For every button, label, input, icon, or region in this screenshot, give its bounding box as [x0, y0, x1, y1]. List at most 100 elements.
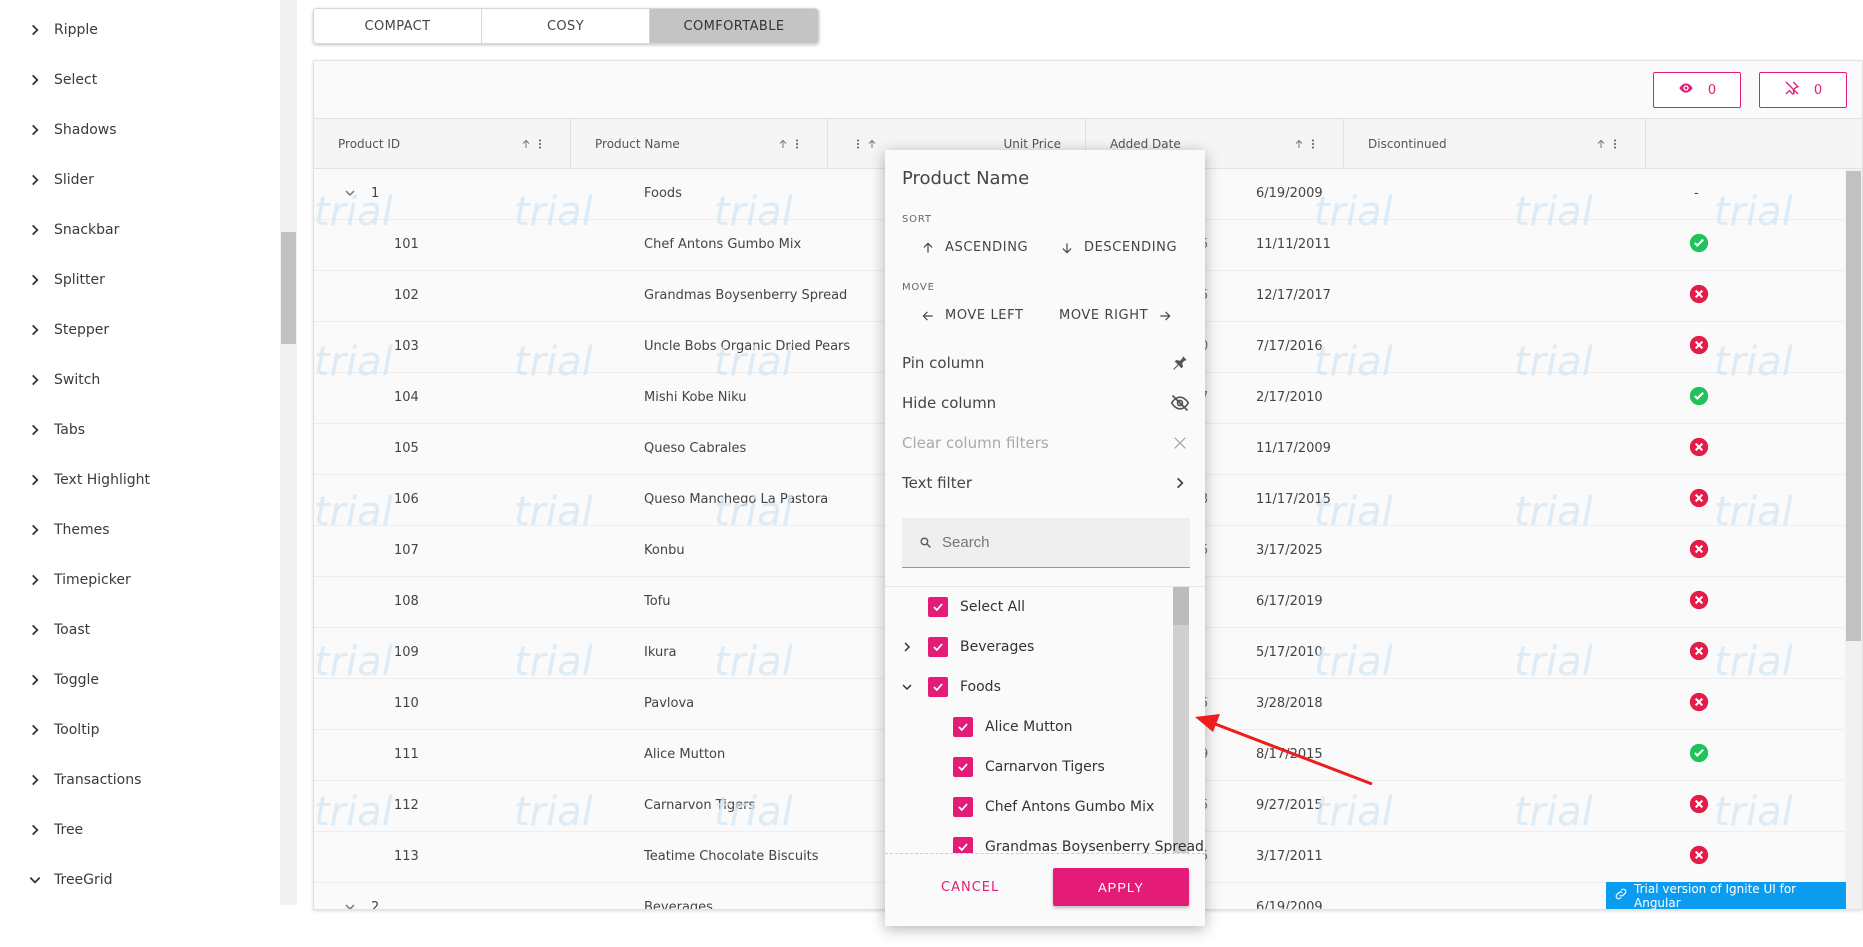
cell-product-name: Queso Cabrales [644, 441, 747, 456]
filter-list-item[interactable]: Select All [900, 587, 1025, 627]
search-input[interactable] [942, 534, 1172, 551]
header-product-name[interactable]: Product Name [571, 119, 828, 169]
density-compact-button[interactable]: COMPACT [314, 9, 482, 43]
filter-item-label: Alice Mutton [985, 719, 1073, 735]
filter-list-item[interactable]: Beverages [900, 627, 1034, 667]
sort-arrow-up-icon[interactable] [520, 138, 532, 150]
menu-title: Product Name [902, 168, 1030, 189]
more-vert-icon[interactable] [852, 138, 864, 150]
sidebar-item[interactable]: Tooltip [0, 710, 280, 750]
checkbox[interactable] [953, 717, 973, 737]
filter-item-label: Foods [960, 679, 1001, 695]
grid-scrollbar-thumb[interactable] [1846, 171, 1861, 641]
chevron-right-icon[interactable] [900, 640, 914, 654]
sidebar-item-label: Text Highlight [54, 472, 150, 488]
filter-list-scroll-up[interactable] [1173, 587, 1189, 625]
checkbox[interactable] [928, 677, 948, 697]
discontinued-cancel-icon [1689, 641, 1709, 661]
cell-product-name: Foods [644, 186, 682, 201]
header-discontinued[interactable]: Discontinued [1344, 119, 1646, 169]
cancel-button[interactable]: CANCEL [941, 880, 999, 895]
density-cosy-button[interactable]: COSY [482, 9, 650, 43]
cell-added-date: 5/17/2010 [1256, 645, 1323, 660]
sort-arrow-up-icon[interactable] [866, 138, 878, 150]
move-left-button[interactable]: MOVE LEFT [921, 308, 1024, 323]
more-vert-icon[interactable] [1609, 138, 1621, 150]
discontinued-cancel-icon [1689, 845, 1709, 865]
chevron-right-icon [28, 723, 42, 737]
sidebar-item[interactable]: Text Highlight [0, 460, 280, 500]
filter-list-scrollbar[interactable] [1173, 587, 1189, 853]
move-right-button[interactable]: MOVE RIGHT [1059, 308, 1172, 323]
hide-column-option[interactable]: Hide column [902, 383, 1190, 423]
sidebar-item[interactable]: Shadows [0, 110, 280, 150]
chevron-right-icon [28, 823, 42, 837]
filter-list-item[interactable]: Carnarvon Tigers [953, 747, 1105, 787]
density-comfortable-button[interactable]: COMFORTABLE [650, 9, 818, 43]
sidebar-item[interactable]: Slider [0, 160, 280, 200]
sidebar-item[interactable]: Themes [0, 510, 280, 550]
more-vert-icon[interactable] [534, 138, 546, 150]
grid-toolbar: 0 0 [314, 61, 1862, 119]
sidebar-item[interactable]: Tabs [0, 410, 280, 450]
more-vert-icon[interactable] [1307, 138, 1319, 150]
cell-added-date: 3/28/2018 [1256, 696, 1323, 711]
sidebar-item[interactable]: Select [0, 60, 280, 100]
sidebar-item[interactable]: Ripple [0, 10, 280, 50]
more-vert-icon[interactable] [791, 138, 803, 150]
sidebar-item[interactable]: Snackbar [0, 210, 280, 250]
sidebar-item[interactable]: TreeGrid [0, 860, 280, 900]
chevron-down-icon[interactable] [900, 680, 914, 694]
filter-list-item[interactable]: Foods [900, 667, 1001, 707]
sidebar-item[interactable]: Switch [0, 360, 280, 400]
text-filter-option[interactable]: Text filter [902, 463, 1190, 503]
header-icons [1595, 138, 1621, 150]
pin-icon [1170, 353, 1190, 373]
column-pinning-button[interactable]: 0 [1759, 72, 1847, 108]
apply-button[interactable]: APPLY [1053, 868, 1189, 906]
chevron-right-icon [28, 523, 42, 537]
filter-list-item[interactable]: Alice Mutton [953, 707, 1073, 747]
sort-arrow-up-icon[interactable] [1293, 138, 1305, 150]
cell-product-name: Grandmas Boysenberry Spread [644, 288, 848, 303]
pin-column-option[interactable]: Pin column [902, 343, 1190, 383]
clear-column-filters-option[interactable]: Clear column filters [902, 423, 1190, 463]
sidebar-item[interactable]: Transactions [0, 760, 280, 800]
sidebar-scrollbar-thumb[interactable] [281, 232, 296, 344]
header-icons [852, 138, 878, 150]
checkbox[interactable] [953, 797, 973, 817]
sidebar-item[interactable]: Tree [0, 810, 280, 850]
sidebar-item[interactable]: Timepicker [0, 560, 280, 600]
sort-descending-button[interactable]: DESCENDING [1060, 240, 1177, 255]
sidebar-item[interactable]: Toast [0, 610, 280, 650]
sort-arrow-up-icon[interactable] [777, 138, 789, 150]
search-field[interactable] [902, 518, 1190, 568]
chevron-down-icon[interactable] [344, 187, 356, 203]
trial-badge[interactable]: Trial version of Ignite UI for Angular [1606, 882, 1846, 910]
filter-list-item[interactable]: Chef Antons Gumbo Mix [953, 787, 1154, 827]
sort-arrow-up-icon[interactable] [1595, 138, 1607, 150]
checkbox[interactable] [928, 637, 948, 657]
chevron-down-icon[interactable] [344, 901, 356, 909]
sidebar-item[interactable]: Stepper [0, 310, 280, 350]
cell-product-id: 111 [394, 747, 419, 762]
sidebar-item-label: Tooltip [54, 722, 100, 738]
filter-item-label: Carnarvon Tigers [985, 759, 1105, 775]
sidebar-item[interactable]: Toggle [0, 660, 280, 700]
sidebar-scrollbar[interactable] [280, 0, 297, 905]
chevron-right-icon [28, 323, 42, 337]
cell-product-name: Konbu [644, 543, 685, 558]
checkbox[interactable] [953, 837, 973, 853]
header-label: Product ID [338, 137, 401, 151]
header-product-id[interactable]: Product ID [314, 119, 571, 169]
discontinued-cancel-icon [1689, 335, 1709, 355]
move-right-label: MOVE RIGHT [1059, 308, 1149, 323]
column-hiding-button[interactable]: 0 [1653, 72, 1741, 108]
cell-product-id: 1 [345, 186, 379, 201]
sidebar-item[interactable]: Splitter [0, 260, 280, 300]
checkbox[interactable] [953, 757, 973, 777]
sort-ascending-button[interactable]: ASCENDING [921, 240, 1028, 255]
checkbox[interactable] [928, 597, 948, 617]
filter-list-item[interactable]: Grandmas Boysenberry Spread [953, 827, 1204, 853]
